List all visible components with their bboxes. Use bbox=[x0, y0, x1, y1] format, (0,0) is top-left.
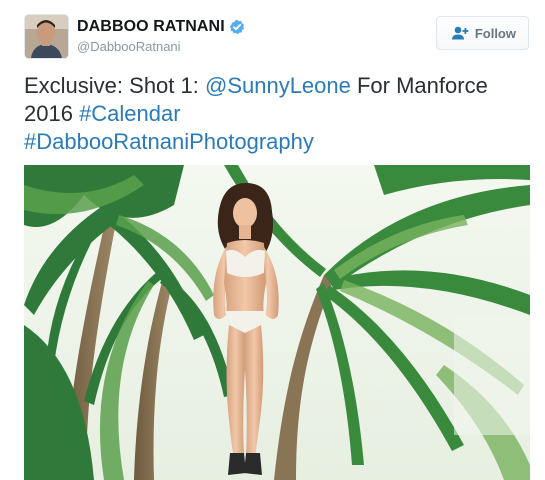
follow-label: Follow bbox=[474, 25, 516, 41]
display-name[interactable]: DABBOO RATNANI bbox=[77, 18, 225, 36]
user-names: DABBOO RATNANI @DabbooRatnani bbox=[77, 18, 245, 54]
photo-image bbox=[24, 165, 530, 480]
tweet-text: Exclusive: Shot 1: @SunnyLeone For Manfo… bbox=[24, 72, 524, 156]
avatar[interactable] bbox=[24, 14, 69, 59]
follow-button[interactable]: Follow bbox=[435, 16, 529, 50]
tweet-header: DABBOO RATNANI @DabbooRatnani Follow bbox=[24, 14, 529, 62]
avatar-image bbox=[25, 15, 68, 58]
hashtag-link-calendar[interactable]: #Calendar bbox=[79, 101, 181, 126]
tweet-card: DABBOO RATNANI @DabbooRatnani Follow Exc… bbox=[0, 0, 545, 480]
mention-link[interactable]: @SunnyLeone bbox=[205, 73, 351, 98]
user-handle[interactable]: @DabbooRatnani bbox=[77, 39, 245, 54]
tweet-photo[interactable] bbox=[24, 165, 530, 480]
verified-badge-icon bbox=[229, 19, 245, 35]
hashtag-link-photography[interactable]: #DabbooRatnaniPhotography bbox=[24, 129, 314, 154]
add-user-icon bbox=[451, 26, 469, 40]
display-name-row: DABBOO RATNANI bbox=[77, 18, 245, 36]
tweet-text-part-1: Exclusive: Shot 1: bbox=[24, 73, 205, 98]
